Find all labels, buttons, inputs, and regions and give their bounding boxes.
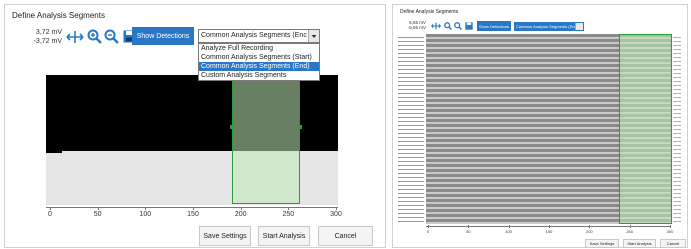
left-x-tick-label: 300 [330, 211, 342, 218]
left-dropdown-menu: Analyze Full Recording Common Analysis S… [198, 43, 320, 81]
left-x-tick-label: 100 [139, 211, 152, 218]
right-window-title: Define Analysis Segments [400, 9, 459, 15]
left-x-tick-label: 150 [187, 211, 199, 218]
right-x-tick-label: 300 [666, 229, 674, 234]
left-x-tick-mark [336, 207, 337, 210]
left-gain-bottom: -3,72 mV [33, 38, 62, 45]
right-dropdown-value: Common Analysis Segments (Enc [516, 24, 577, 29]
left-window-title: Define Analysis Segments [12, 11, 105, 20]
left-x-tick-label: 250 [282, 211, 295, 218]
right-x-tick-label: 150 [545, 229, 553, 234]
right-x-tick-label: 200 [585, 229, 593, 234]
right-x-tick-mark [508, 225, 510, 228]
left-selected-segment[interactable] [232, 75, 300, 204]
menu-item-analyze-full[interactable]: Analyze Full Recording [199, 44, 319, 53]
left-x-tick-mark [193, 207, 194, 210]
menu-item-common-start[interactable]: Common Analysis Segments (Start) [199, 53, 319, 62]
left-cancel-button[interactable]: Cancel [318, 226, 373, 246]
right-x-tick-mark [549, 225, 550, 228]
right-x-tick-mark [629, 225, 631, 228]
right-x-tick-mark [670, 225, 671, 228]
right-x-tick-label: 0 [426, 229, 430, 234]
right-gain-readout: 5,65 mV -5,65 mV [396, 20, 426, 30]
right-x-tick-label: 50 [466, 229, 471, 234]
zoom-in-icon[interactable] [87, 29, 102, 44]
zoom-out-icon[interactable] [454, 22, 462, 30]
left-x-tick-mark [97, 207, 99, 210]
left-gain-top: 3,72 mV [35, 29, 62, 36]
left-dropdown-value: Common Analysis Segments (Enc [201, 32, 307, 39]
chevron-down-icon[interactable] [308, 30, 319, 42]
save-disk-icon[interactable] [465, 22, 473, 30]
left-x-tick-label: 0 [48, 211, 52, 218]
right-segment-dropdown[interactable]: Common Analysis Segments (Enc [514, 22, 584, 31]
left-x-tick-label: 200 [234, 211, 247, 218]
right-cancel-button[interactable]: Cancel [660, 239, 686, 248]
zoom-out-icon[interactable] [104, 29, 119, 44]
right-selected-segment[interactable] [619, 34, 672, 224]
left-x-axis-line [46, 207, 338, 208]
right-x-tick-mark [589, 225, 591, 228]
chevron-down-icon[interactable] [575, 23, 583, 30]
left-segment-handle-left[interactable] [230, 125, 234, 129]
zoom-in-icon[interactable] [444, 22, 452, 30]
left-x-tick-mark [50, 207, 51, 210]
left-start-analysis-button[interactable]: Start Analysis [258, 226, 310, 246]
left-segment-dropdown[interactable]: Common Analysis Segments (Enc [198, 29, 320, 43]
right-gain-bottom: -5,65 mV [407, 25, 426, 30]
menu-item-common-end[interactable]: Common Analysis Segments (End) [199, 62, 319, 71]
left-x-tick-label: 50 [93, 211, 102, 218]
menu-item-custom[interactable]: Custom Analysis Segments [199, 71, 319, 80]
right-x-tick-mark [428, 225, 429, 228]
right-x-tick-label: 250 [626, 229, 633, 234]
left-save-settings-button[interactable]: Save Settings [199, 226, 251, 246]
right-show-detections-button[interactable]: Show Detections [477, 21, 511, 31]
right-x-tick-mark [468, 225, 470, 228]
left-x-tick-mark [240, 207, 242, 210]
right-start-analysis-button[interactable]: Start Analysis [623, 239, 656, 248]
right-x-tick-label: 100 [505, 229, 512, 234]
left-segment-handle-right[interactable] [298, 125, 302, 129]
left-plot-dark-strip [46, 149, 62, 153]
right-save-settings-button[interactable]: Save Settings [585, 239, 619, 248]
left-x-tick-mark [145, 207, 147, 210]
move-arrows-icon[interactable] [66, 30, 84, 44]
left-x-tick-mark [288, 207, 290, 210]
right-plot-right-labels [673, 34, 681, 224]
right-channel-labels [398, 34, 424, 224]
move-arrows-icon[interactable] [431, 22, 441, 30]
left-show-detections-button[interactable]: Show Detections [132, 27, 194, 45]
left-gain-readout: 3,72 mV -3,72 mV [22, 28, 62, 46]
